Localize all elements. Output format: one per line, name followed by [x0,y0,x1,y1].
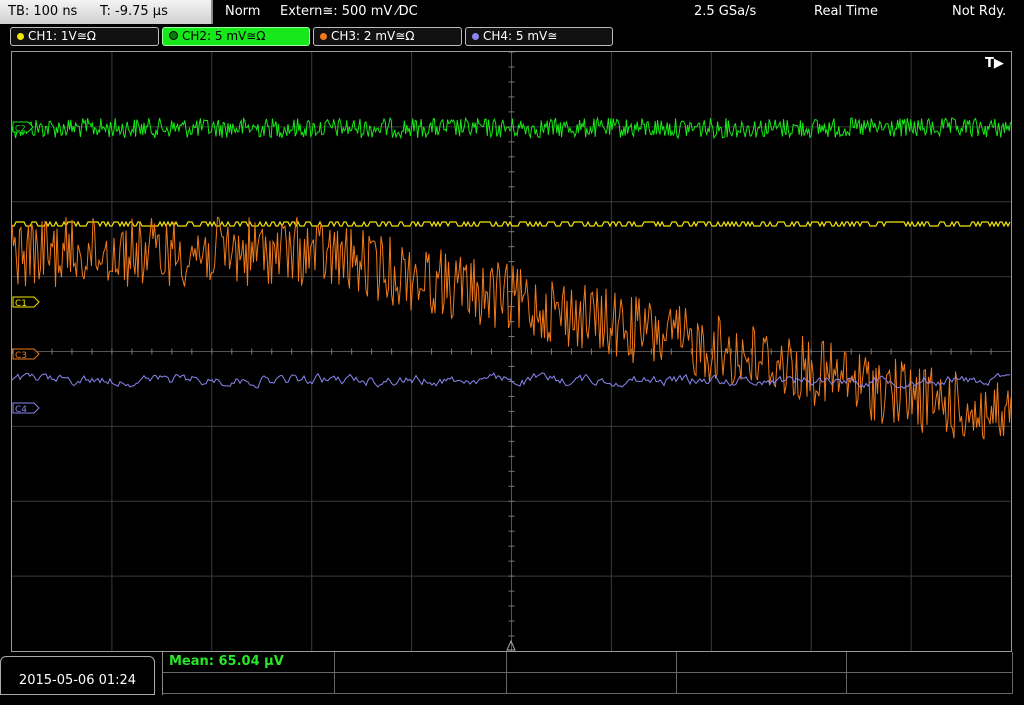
measurement-cell[interactable] [335,673,507,694]
timebase-box[interactable]: TB: 100 ns T: -9.75 µs [0,0,213,24]
measurement-cell[interactable] [677,673,847,694]
measurement-cell[interactable] [507,673,677,694]
channel-tab-ch3[interactable]: CH3: 2 mV≅Ω [313,27,462,46]
channel-marker-c1[interactable]: C1 [12,296,40,309]
trigger-mode-label[interactable]: Norm [225,4,260,19]
sample-rate-label: 2.5 GSa/s [694,4,757,19]
ch1-color-dot [17,33,24,40]
graticule [12,52,1011,651]
marker-c3-label: C3 [15,351,27,361]
bottom-bar: 2015-05-06 01:24 Mean: 65.04 µV [0,652,1024,695]
status-label: Not Rdy. [952,4,1007,19]
measurement-cell[interactable]: Mean: 65.04 µV [163,652,335,673]
marker-c2-label: C2 [15,124,26,133]
ch3-color-dot [320,33,327,40]
trigger-position-marker[interactable]: T▶ [985,56,1004,71]
measurement-cell[interactable] [335,652,507,673]
waveform-display[interactable]: C2 C1 C3 C4 T▶ [11,51,1012,652]
measurement-cell[interactable] [163,673,335,694]
waveform-canvas: C2 C1 C3 C4 T▶ [12,52,1011,651]
datetime-box: 2015-05-06 01:24 [0,656,155,695]
channel-tabs: CH1: 1V≅Ω CH2: 5 mV≅Ω CH3: 2 mV≅Ω CH4: 5… [0,26,1024,48]
trigger-source-label[interactable]: Extern≅: 500 mV ⁄DC [280,4,418,19]
channel-tab-ch4[interactable]: CH4: 5 mV≅ [465,27,613,46]
mean-measurement: Mean: 65.04 µV [169,654,284,669]
measurement-panel[interactable]: Mean: 65.04 µV [162,652,1013,695]
channel-marker-c3[interactable]: C3 [12,348,40,361]
measurement-cell[interactable] [677,652,847,673]
ch1-label: CH1: 1V≅Ω [28,29,96,43]
status-bar: TB: 100 ns T: -9.75 µs Norm Extern≅: 500… [0,0,1024,24]
channel-tab-ch2[interactable]: CH2: 5 mV≅Ω [162,27,310,46]
channel-marker-c4[interactable]: C4 [12,402,40,415]
measurement-cell[interactable] [507,652,677,673]
marker-c4-label: C4 [15,405,27,415]
datetime-label: 2015-05-06 01:24 [18,673,137,688]
channel-tab-ch1[interactable]: CH1: 1V≅Ω [10,27,159,46]
ch2-color-dot [169,31,178,40]
trigger-time-label: T: -9.75 µs [100,4,168,19]
marker-c1-label: C1 [15,299,27,309]
channel-marker-c2[interactable]: C2 [12,121,34,133]
acquisition-mode-label: Real Time [814,4,878,19]
timebase-label: TB: 100 ns [8,4,78,19]
ch4-color-dot [472,33,479,40]
measurement-cell[interactable] [847,652,1013,673]
measurement-cell[interactable] [847,673,1013,694]
ch2-label: CH2: 5 mV≅Ω [182,29,266,43]
ch3-label: CH3: 2 mV≅Ω [331,29,415,43]
ch4-label: CH4: 5 mV≅ [483,29,558,43]
